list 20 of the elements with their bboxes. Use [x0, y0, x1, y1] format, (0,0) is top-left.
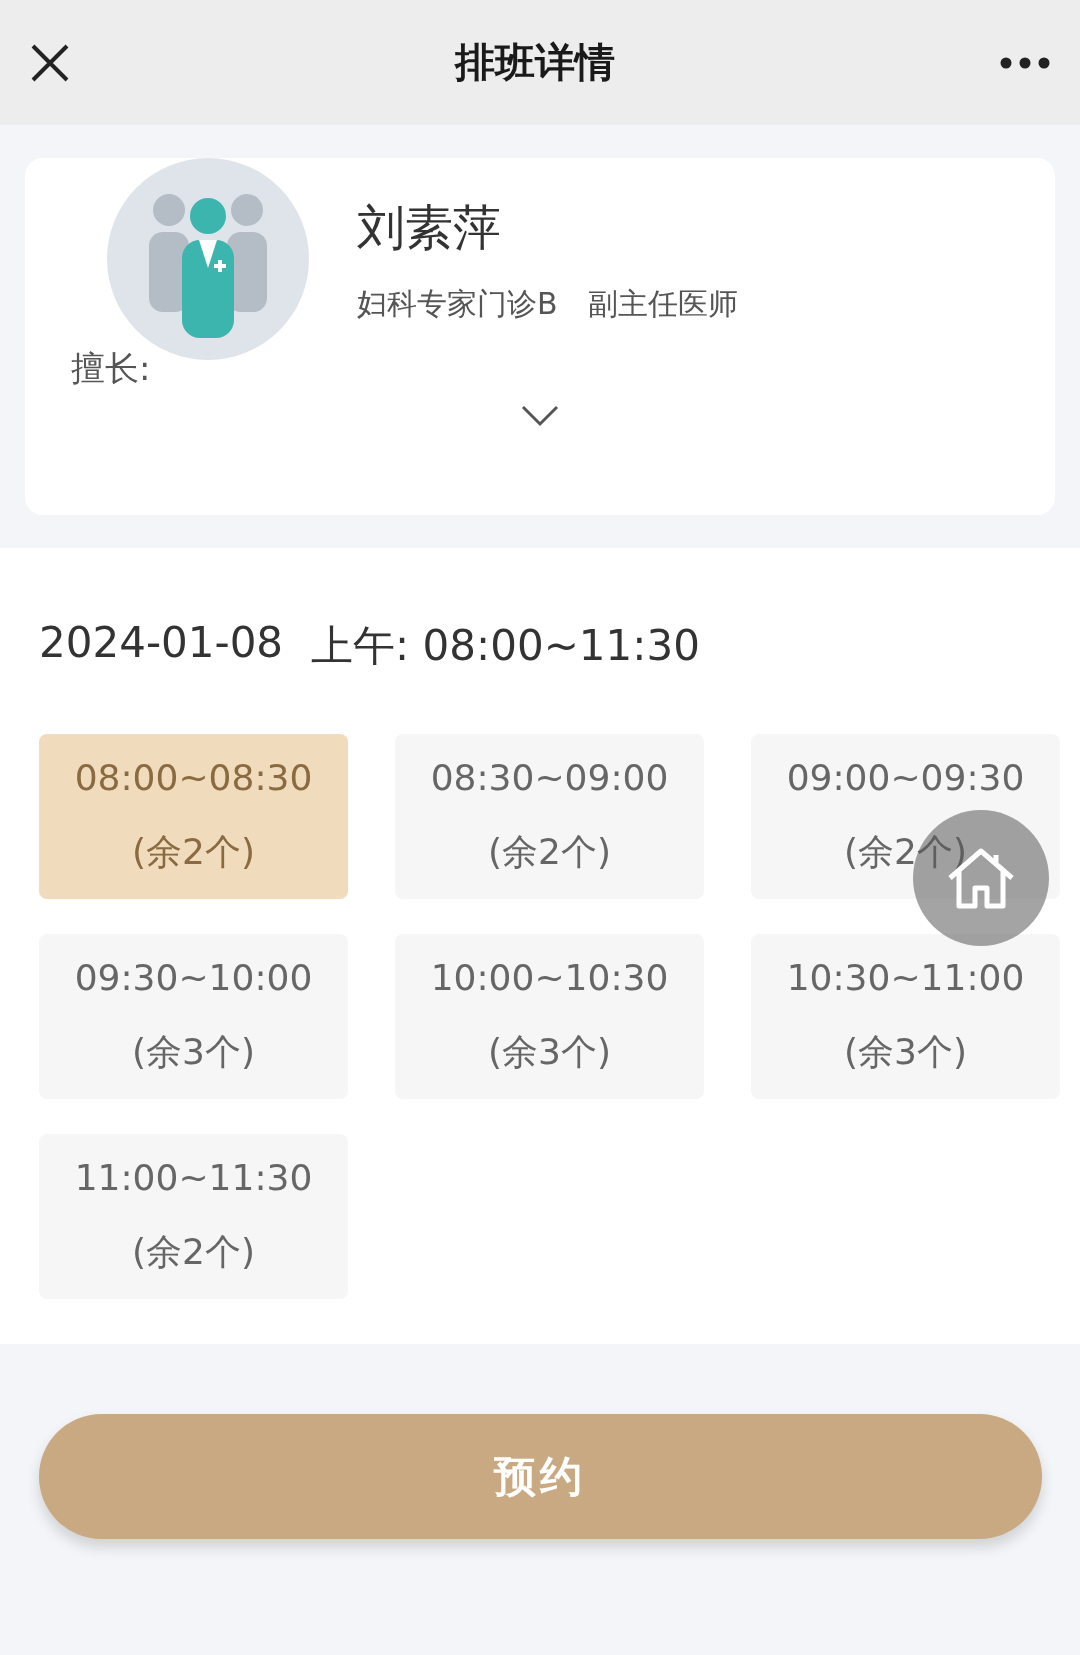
time-slot[interactable]: 09:00~09:30 (余2个) [751, 734, 1060, 899]
close-icon [30, 42, 70, 83]
doctor-name: 刘素萍 [357, 198, 502, 257]
schedule-period: 上午: 08:00~11:30 [311, 620, 700, 672]
time-slot[interactable]: 08:30~09:00 (余2个) [395, 734, 704, 899]
expand-button[interactable] [520, 404, 560, 428]
more-button[interactable] [1000, 56, 1050, 69]
more-icon [1000, 56, 1050, 69]
time-slot[interactable]: 10:30~11:00 (余3个) [751, 934, 1060, 1099]
page-title: 排班详情 [455, 38, 615, 87]
doctor-department: 妇科专家门诊B [357, 285, 558, 323]
schedule-date: 2024-01-08 [39, 618, 284, 669]
time-slot[interactable]: 10:00~10:30 (余3个) [395, 934, 704, 1099]
doctor-rank: 副主任医师 [587, 285, 738, 323]
time-slot[interactable]: 09:30~10:00 (余3个) [39, 934, 348, 1099]
time-slot[interactable]: 11:00~11:30 (余2个) [39, 1134, 348, 1299]
specialty-label: 擅长: [71, 347, 152, 390]
time-slot[interactable]: 08:00~08:30 (余2个) [39, 734, 348, 899]
chevron-icon [520, 404, 560, 428]
close-button[interactable] [30, 42, 70, 83]
